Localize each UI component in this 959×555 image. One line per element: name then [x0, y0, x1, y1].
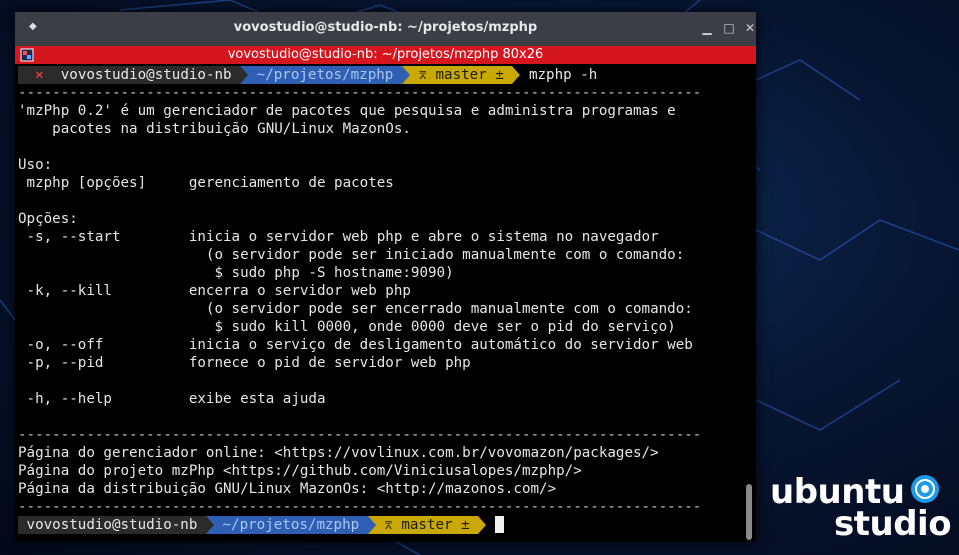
prompt-path: ~/projetos/mzphp — [256, 67, 394, 83]
prompt-separator-icon — [512, 66, 521, 84]
command-text: mzphp -h — [528, 67, 598, 83]
maximize-icon[interactable]: □ — [721, 20, 737, 36]
close-icon[interactable]: ✕ — [742, 20, 758, 36]
option-pid: -p, --pid fornece o pid de servidor web … — [18, 355, 471, 371]
option-kill-detail: $ sudo kill 0000, onde 0000 deve ser o p… — [18, 319, 676, 335]
link-line: Página do projeto mzPhp <https://github.… — [18, 463, 582, 479]
option-start: -s, --start inicia o servidor web php e … — [18, 229, 659, 245]
option-start-detail: (o servidor pode ser iniciado manualment… — [18, 247, 685, 263]
option-start-detail: $ sudo php -S hostname:9090) — [18, 265, 454, 281]
link-line: Página da distribuição GNU/Linux MazonOs… — [18, 481, 557, 497]
shell-prompt: ✕ vovostudio@studio-nb ~/projetos/mzphp … — [18, 66, 597, 84]
prompt-separator-icon — [205, 516, 214, 534]
prompt-path: ~/projetos/mzphp — [222, 517, 360, 533]
description-line: pacotes na distribuição GNU/Linux MazonO… — [18, 121, 411, 137]
separator-line: ----------------------------------------… — [18, 85, 702, 101]
terminal-tab-bar[interactable]: vovostudio@studio-nb: ~/projetos/mzphp 8… — [15, 46, 756, 64]
prompt-command: mzphp -h — [520, 66, 597, 84]
logo-word-studio: studio — [834, 504, 952, 544]
usage-line: mzphp [opções] gerenciamento de pacotes — [18, 175, 394, 191]
separator-line: ----------------------------------------… — [18, 499, 702, 515]
ubuntu-studio-logo: ubuntu studio — [770, 472, 952, 547]
link-line: Página do gerenciador online: <https://v… — [18, 445, 659, 461]
minimize-icon[interactable]: ▁ — [699, 20, 715, 36]
prompt-separator-icon — [367, 516, 376, 534]
prompt-user: vovostudio@studio-nb — [26, 517, 198, 533]
shell-prompt-active[interactable]: vovostudio@studio-nb ~/projetos/mzphp ⌆ … — [18, 516, 504, 534]
prompt-git-branch: ⌆ master ± — [418, 67, 504, 83]
prompt-user: vovostudio@studio-nb — [60, 67, 232, 83]
prompt-user-segment: vovostudio@studio-nb — [18, 516, 206, 534]
ubuntu-studio-mark-icon — [911, 475, 939, 503]
prompt-git-segment: ⌆ master ± — [409, 66, 513, 84]
option-kill: -k, --kill encerra o servidor web php — [18, 283, 411, 299]
prompt-path-segment: ~/projetos/mzphp — [248, 66, 402, 84]
terminal-output[interactable]: ✕ vovostudio@studio-nb ~/projetos/mzphp … — [15, 64, 756, 542]
separator-line: ----------------------------------------… — [18, 427, 702, 443]
options-header: Opções: — [18, 211, 78, 227]
option-off: -o, --off inicia o serviço de desligamen… — [18, 337, 693, 353]
window-titlebar[interactable]: ◆ vovostudio@studio-nb: ~/projetos/mzphp… — [15, 12, 756, 46]
prompt-separator-icon — [240, 66, 249, 84]
prompt-separator-icon — [478, 516, 487, 534]
window-title: vovostudio@studio-nb: ~/projetos/mzphp — [233, 20, 538, 35]
text-cursor[interactable] — [494, 516, 504, 533]
exit-status-icon: ✕ — [35, 67, 44, 83]
tab-title: vovostudio@studio-nb: ~/projetos/mzphp 8… — [227, 47, 544, 62]
prompt-user-segment: ✕ vovostudio@studio-nb — [18, 66, 241, 84]
prompt-git-segment: ⌆ master ± — [375, 516, 479, 534]
prompt-path-segment: ~/projetos/mzphp — [213, 516, 368, 534]
prompt-git-branch: ⌆ master ± — [384, 517, 470, 533]
option-help: -h, --help exibe esta ajuda — [18, 391, 326, 407]
prompt-separator-icon — [401, 66, 410, 84]
terminal-scrollbar[interactable] — [746, 484, 752, 540]
description-line: 'mzPhp 0.2' é um gerenciador de pacotes … — [18, 103, 676, 119]
terminal-window[interactable]: ◆ vovostudio@studio-nb: ~/projetos/mzphp… — [15, 12, 756, 542]
usage-header: Uso: — [18, 157, 53, 173]
option-kill-detail: (o servidor pode ser encerrado manualmen… — [18, 301, 693, 317]
